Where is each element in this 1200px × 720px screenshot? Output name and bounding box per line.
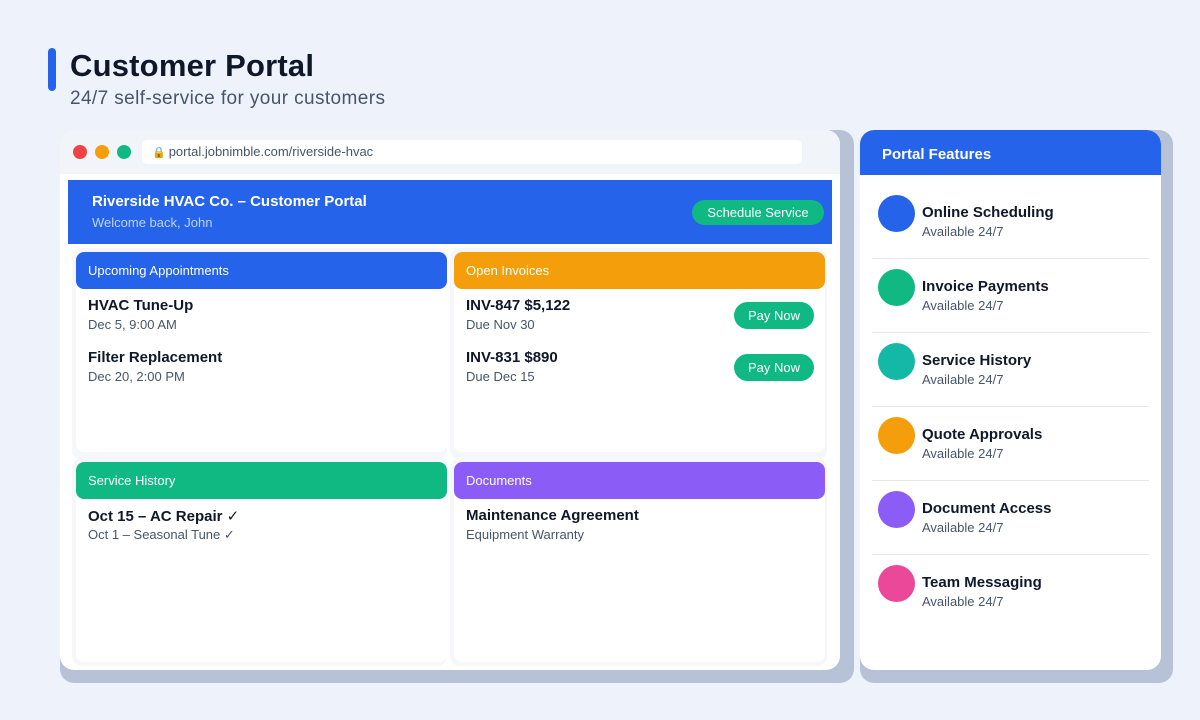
feature-availability: Available 24/7	[922, 446, 1004, 461]
feature-circle-icon	[878, 417, 915, 454]
feature-circle-icon	[878, 491, 915, 528]
portal-header: Riverside HVAC Co. – Customer Portal Wel…	[68, 180, 832, 244]
document-link[interactable]: Maintenance Agreement	[466, 507, 639, 524]
feature-availability: Available 24/7	[922, 298, 1004, 313]
window-minimize-dot[interactable]	[95, 145, 109, 159]
invoice-due-date: Due Nov 30	[466, 317, 535, 332]
feature-name: Invoice Payments	[922, 278, 1049, 295]
feature-item: Document Access Available 24/7	[872, 481, 1149, 555]
browser-toolbar: 🔒 portal.jobnimble.com/riverside-hvac	[60, 130, 840, 174]
appointments-panel-header: Upcoming Appointments	[76, 252, 447, 289]
pay-now-button[interactable]: Pay Now	[734, 302, 814, 329]
portal-company-name: Riverside HVAC Co. – Customer Portal	[92, 193, 367, 210]
service-history-entry-secondary[interactable]: Oct 1 – Seasonal Tune ✓	[88, 527, 235, 543]
portal-features-header: Portal Features	[860, 130, 1161, 175]
portal-features-card: Portal Features Online Scheduling Availa…	[860, 130, 1161, 670]
appointments-panel: Upcoming Appointments HVAC Tune-Up Dec 5…	[76, 252, 447, 452]
feature-availability: Available 24/7	[922, 224, 1004, 239]
feature-item: Team Messaging Available 24/7	[872, 555, 1149, 629]
documents-panel: Documents Maintenance Agreement Equipmen…	[454, 462, 825, 662]
feature-availability: Available 24/7	[922, 520, 1004, 535]
feature-circle-icon	[878, 269, 915, 306]
service-history-panel-header: Service History	[76, 462, 447, 499]
window-maximize-dot[interactable]	[117, 145, 131, 159]
service-history-panel: Service History Oct 15 – AC Repair ✓ Oct…	[76, 462, 447, 662]
feature-name: Document Access	[922, 500, 1052, 517]
page-subtitle: 24/7 self-service for your customers	[70, 88, 386, 109]
feature-item: Service History Available 24/7	[872, 333, 1149, 407]
feature-name: Team Messaging	[922, 574, 1042, 591]
appointment-time: Dec 5, 9:00 AM	[88, 317, 177, 332]
page-title: Customer Portal	[70, 48, 315, 83]
feature-name: Quote Approvals	[922, 426, 1043, 443]
title-accent-bar	[48, 48, 56, 91]
feature-item: Online Scheduling Available 24/7	[872, 185, 1149, 259]
invoices-panel: Open Invoices INV-847 $5,122 Due Nov 30 …	[454, 252, 825, 452]
feature-circle-icon	[878, 343, 915, 380]
appointment-title[interactable]: HVAC Tune-Up	[88, 297, 193, 314]
feature-name: Online Scheduling	[922, 204, 1054, 221]
invoice-title[interactable]: INV-831 $890	[466, 349, 558, 366]
invoice-due-date: Due Dec 15	[466, 369, 535, 384]
address-url: portal.jobnimble.com/riverside-hvac	[168, 144, 374, 159]
documents-panel-header: Documents	[454, 462, 825, 499]
pay-now-button[interactable]: Pay Now	[734, 354, 814, 381]
feature-circle-icon	[878, 565, 915, 602]
feature-availability: Available 24/7	[922, 372, 1004, 387]
invoice-title[interactable]: INV-847 $5,122	[466, 297, 570, 314]
invoices-panel-header: Open Invoices	[454, 252, 825, 289]
lock-icon: 🔒	[152, 147, 166, 159]
feature-item: Invoice Payments Available 24/7	[872, 259, 1149, 333]
document-link-secondary[interactable]: Equipment Warranty	[466, 527, 584, 542]
appointment-time: Dec 20, 2:00 PM	[88, 369, 185, 384]
feature-circle-icon	[878, 195, 915, 232]
feature-item: Quote Approvals Available 24/7	[872, 407, 1149, 481]
appointment-title[interactable]: Filter Replacement	[88, 349, 222, 366]
portal-welcome-text: Welcome back, John	[92, 215, 213, 230]
browser-window: 🔒 portal.jobnimble.com/riverside-hvac Riv…	[60, 130, 840, 670]
schedule-service-button[interactable]: Schedule Service	[692, 200, 824, 225]
feature-name: Service History	[922, 352, 1032, 369]
address-bar[interactable]: 🔒 portal.jobnimble.com/riverside-hvac	[142, 140, 802, 164]
service-history-entry[interactable]: Oct 15 – AC Repair ✓	[88, 507, 239, 525]
window-close-dot[interactable]	[73, 145, 87, 159]
feature-availability: Available 24/7	[922, 594, 1004, 609]
